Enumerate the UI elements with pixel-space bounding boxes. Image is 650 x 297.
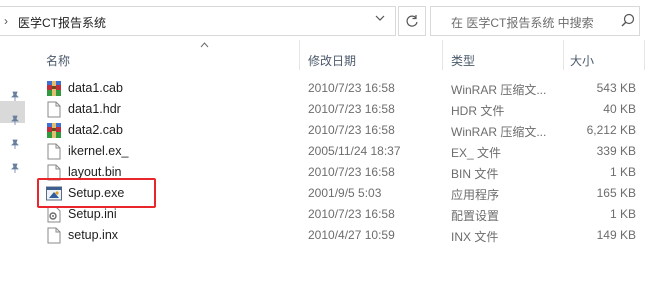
column-header-date[interactable]: 修改日期 [308,52,356,69]
search-icon[interactable] [621,13,635,27]
file-type: WinRAR 压缩文... [451,125,547,139]
winrar-archive-icon [46,122,62,139]
file-name[interactable]: data1.cab [68,81,123,95]
document-file-icon [46,227,62,244]
config-settings-icon [46,206,62,223]
search-placeholder: 在 医学CT报告系统 中搜索 [451,16,594,30]
file-name[interactable]: layout.bin [68,165,122,179]
winrar-archive-icon [46,80,62,97]
breadcrumb-current-folder[interactable]: 医学CT报告系统 [18,14,106,31]
file-type: 应用程序 [451,188,500,202]
file-date: 2010/7/23 16:58 [308,123,395,137]
sort-ascending-icon [200,40,209,50]
navigation-pane[interactable] [0,40,25,297]
column-header-size[interactable]: 大小 [570,52,594,69]
address-bar[interactable]: › 医学CT报告系统 [0,6,396,36]
address-history-dropdown-icon[interactable] [372,13,388,29]
column-divider[interactable] [563,40,564,70]
file-size: 1 KB [609,207,636,221]
pin-icon[interactable] [10,163,20,173]
file-type: EX_ 文件 [451,146,502,160]
highlight-box [37,178,156,208]
file-row[interactable]: data2.cab 2010/7/23 16:58 WinRAR 压缩文... … [36,120,650,141]
file-row[interactable]: data1.cab 2010/7/23 16:58 WinRAR 压缩文... … [36,78,650,99]
file-size: 339 KB [596,144,636,158]
document-file-icon [46,101,62,118]
file-date: 2010/4/27 10:59 [308,228,395,242]
file-name[interactable]: data2.cab [68,123,123,137]
file-date: 2010/7/23 16:58 [308,81,395,95]
pin-icon[interactable] [10,115,20,125]
search-box[interactable]: 在 医学CT报告系统 中搜索 [430,6,640,36]
column-divider[interactable] [442,40,443,70]
file-size: 149 KB [596,228,636,242]
file-type: INX 文件 [451,230,499,244]
toolbar: › 医学CT报告系统 在 医学CT报告系统 中搜索 [0,0,650,40]
file-date: 2010/7/23 16:58 [308,165,395,179]
file-date: 2005/11/24 18:37 [308,144,401,158]
file-size: 1 KB [609,165,636,179]
file-row[interactable]: ikernel.ex_ 2005/11/24 18:37 EX_ 文件 339 … [36,141,650,162]
file-type: HDR 文件 [451,104,505,118]
file-name[interactable]: setup.inx [68,228,118,242]
file-list: data1.cab 2010/7/23 16:58 WinRAR 压缩文... … [36,78,650,246]
column-header-type[interactable]: 类型 [451,52,475,69]
column-divider[interactable] [299,40,300,70]
refresh-button[interactable] [398,6,426,36]
file-type: 配置设置 [451,209,500,223]
column-header-row: 名称 修改日期 类型 大小 [36,40,650,74]
file-date: 2010/7/23 16:58 [308,102,395,116]
file-name[interactable]: ikernel.ex_ [68,144,128,158]
breadcrumb-chevron-icon[interactable]: › [4,14,8,28]
pin-icon[interactable] [10,139,20,149]
file-date: 2001/9/5 5:03 [308,186,382,200]
file-size: 6,212 KB [586,123,636,137]
column-divider[interactable] [644,40,645,70]
file-size: 40 KB [603,102,636,116]
file-name[interactable]: Setup.ini [68,207,117,221]
file-size: 543 KB [596,81,636,95]
file-size: 165 KB [596,186,636,200]
file-row[interactable]: data1.hdr 2010/7/23 16:58 HDR 文件 40 KB [36,99,650,120]
document-file-icon [46,143,62,160]
pin-icon[interactable] [10,91,20,101]
file-date: 2010/7/23 16:58 [308,207,395,221]
file-type: WinRAR 压缩文... [451,83,547,97]
file-type: BIN 文件 [451,167,499,181]
refresh-icon [406,15,418,27]
file-row[interactable]: setup.inx 2010/4/27 10:59 INX 文件 149 KB [36,225,650,246]
file-name[interactable]: data1.hdr [68,102,121,116]
column-header-name[interactable]: 名称 [46,52,70,69]
